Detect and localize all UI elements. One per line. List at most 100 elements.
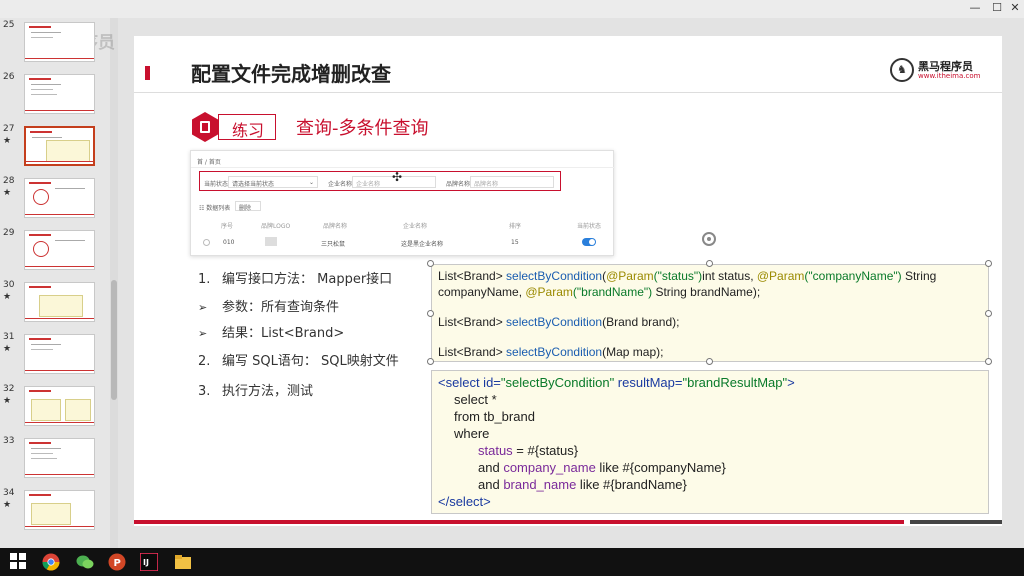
shot-brand-label: 品牌名称 xyxy=(446,181,471,188)
window-titlebar: — ☐ ✕ xyxy=(0,0,1024,18)
code-line: select * xyxy=(454,392,497,407)
slide-thumbnail[interactable] xyxy=(24,438,95,478)
shot-list-header: ☷ 数据列表 xyxy=(199,205,231,212)
slide-thumbnail[interactable] xyxy=(24,282,95,322)
code-line: List<Brand> selectByCondition(Map map); xyxy=(438,345,664,359)
slide-thumbnail[interactable] xyxy=(24,178,95,218)
resize-handle[interactable] xyxy=(706,260,713,267)
document-icon xyxy=(200,121,210,133)
code-line: List<Brand> selectByCondition(@Param("st… xyxy=(438,269,937,283)
thumb-number: 29 xyxy=(3,228,15,238)
resize-handle[interactable] xyxy=(985,260,992,267)
shot-search-form: 当前状态 请选择当前状态 ⌄ 企业名称 企业名称 品牌名称 品牌名称 xyxy=(199,171,561,191)
resize-handle[interactable] xyxy=(427,310,434,317)
title-divider xyxy=(134,92,1002,93)
shot-col-header: 品牌LOGO xyxy=(261,223,291,230)
exercise-badge: 练习 xyxy=(218,114,276,140)
resize-handle[interactable] xyxy=(706,358,713,365)
thumb-number: 30 ★ xyxy=(3,280,15,302)
intellij-idea-icon[interactable]: IJ xyxy=(139,552,159,572)
code-line: companyName, @Param("brandName") String … xyxy=(438,285,761,299)
step-item: 1. 编写接口方法： Mapper接口 xyxy=(198,272,393,287)
scrollbar-thumb[interactable] xyxy=(111,280,117,400)
minimize-icon[interactable]: — xyxy=(966,1,984,15)
resize-handle[interactable] xyxy=(427,260,434,267)
exercise-badge-label: 练习 xyxy=(231,121,264,140)
resize-handle[interactable] xyxy=(427,358,434,365)
mapper-interface-code-box[interactable]: List<Brand> selectByCondition(@Param("st… xyxy=(431,264,989,362)
shot-breadcrumb: 首 / 首页 xyxy=(197,159,221,166)
step-item: ➢ 参数：所有查询条件 xyxy=(198,300,340,315)
thumb-number: 33 xyxy=(3,436,15,446)
shot-col-header: 排序 xyxy=(509,223,522,230)
shot-col-header: 当前状态 xyxy=(577,223,602,230)
shot-row-radio xyxy=(203,239,210,246)
slide-title: 配置文件完成增删改查 xyxy=(191,62,391,86)
powerpoint-icon[interactable]: P xyxy=(103,548,131,576)
shot-col-header: 品牌名称 xyxy=(323,223,348,230)
thumb-number: 27 ★ xyxy=(3,124,15,146)
thumbnail-scrollbar[interactable] xyxy=(110,18,118,548)
slide-thumbnail[interactable] xyxy=(24,74,95,114)
logo-horse-icon: ♞ xyxy=(890,58,914,82)
shot-col-header: 企业名称 xyxy=(403,223,428,230)
svg-text:IJ: IJ xyxy=(143,558,149,567)
footer-red-bar xyxy=(134,520,904,524)
title-accent-bar xyxy=(145,66,150,80)
step-item: 2. 编写 SQL语句： SQL映射文件 xyxy=(198,354,399,369)
slide-thumbnail[interactable] xyxy=(24,230,95,270)
shot-delete-button: 删除 xyxy=(235,201,261,212)
resize-handle[interactable] xyxy=(985,358,992,365)
itheima-logo: ♞ 黑马程序员 www.itheima.com xyxy=(890,56,986,84)
shot-logo-placeholder-icon xyxy=(265,237,277,246)
thumb-number: 31 ★ xyxy=(3,332,15,354)
step-item: 3. 执行方法，测试 xyxy=(198,384,314,399)
maximize-icon[interactable]: ☐ xyxy=(988,1,1006,15)
shot-cell: 这是黑企业名称 xyxy=(401,241,444,248)
code-line: List<Brand> selectByCondition(Brand bran… xyxy=(438,315,680,329)
code-line: status = #{status} xyxy=(478,443,579,458)
shot-status-toggle xyxy=(582,238,596,246)
chrome-icon[interactable] xyxy=(42,553,60,571)
shot-company-label: 企业名称 xyxy=(328,181,353,188)
shot-cell: 三只松鼠 xyxy=(321,241,346,248)
shot-cell: 15 xyxy=(511,239,519,246)
slide-thumbnail-selected[interactable] xyxy=(24,126,95,166)
code-line: and company_name like #{companyName} xyxy=(478,460,726,475)
footer-gray-bar xyxy=(910,520,1002,524)
thumb-number: 32 ★ xyxy=(3,384,15,406)
shot-brand-input: 品牌名称 xyxy=(470,176,554,188)
slide-thumbnail[interactable] xyxy=(24,22,95,62)
slide-canvas[interactable]: 配置文件完成增删改查 ♞ 黑马程序员 www.itheima.com 练习 查询… xyxy=(134,36,1002,526)
resize-handle[interactable] xyxy=(985,310,992,317)
thumb-number: 26 xyxy=(3,72,15,82)
file-explorer-icon[interactable] xyxy=(174,553,192,571)
embedded-screenshot: 首 / 首页 当前状态 请选择当前状态 ⌄ 企业名称 企业名称 品牌名称 品牌名称… xyxy=(190,150,615,256)
logo-url-text: www.itheima.com xyxy=(918,72,981,80)
shot-status-label: 当前状态 xyxy=(204,181,229,188)
code-line: from tb_brand xyxy=(454,409,535,424)
thumb-number: 34 ★ xyxy=(3,488,15,510)
shot-col-header: 序号 xyxy=(221,223,234,230)
thumb-number: 25 xyxy=(3,20,15,30)
close-icon[interactable]: ✕ xyxy=(1006,1,1024,15)
code-line: <select id="selectByCondition" resultMap… xyxy=(438,375,795,390)
code-line: and brand_name like #{brandName} xyxy=(478,477,687,492)
code-line: where xyxy=(454,426,490,441)
sql-mapping-code-box[interactable]: <select id="selectByCondition" resultMap… xyxy=(431,370,989,514)
shot-divider xyxy=(191,167,615,168)
slide-subtitle: 查询-多条件查询 xyxy=(296,118,429,139)
slide-thumbnail[interactable] xyxy=(24,490,95,530)
rotate-handle-icon[interactable] xyxy=(702,232,716,246)
exercise-hexagon-icon xyxy=(192,112,218,142)
shot-status-select: 请选择当前状态 ⌄ xyxy=(228,176,318,188)
slide-thumbnail[interactable] xyxy=(24,386,95,426)
wechat-icon[interactable] xyxy=(76,553,94,571)
slide-thumbnail[interactable] xyxy=(24,334,95,374)
step-item: ➢ 结果：List<Brand> xyxy=(198,326,345,341)
mouse-cursor-icon: ✣ xyxy=(392,170,403,184)
shot-cell: 010 xyxy=(223,239,235,246)
thumb-number: 28 ★ xyxy=(3,176,15,198)
windows-start-icon[interactable] xyxy=(10,553,28,571)
windows-taskbar: P IJ xyxy=(0,548,1024,576)
